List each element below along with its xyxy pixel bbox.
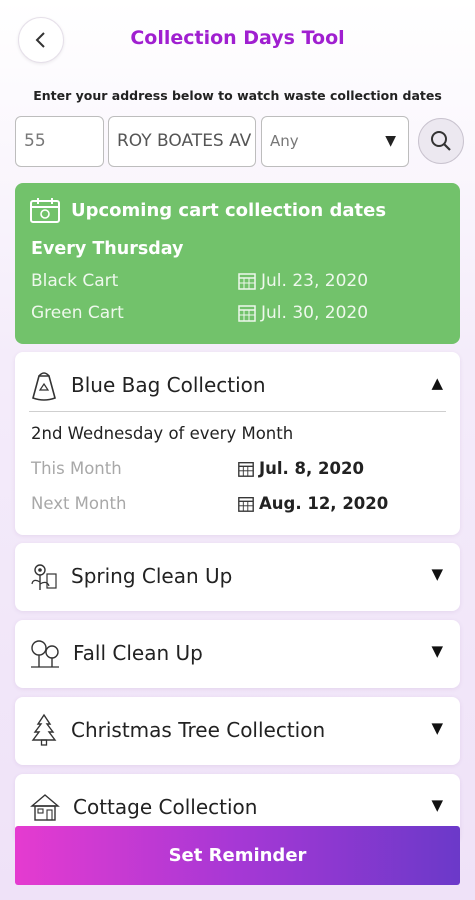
header: Collection Days Tool bbox=[0, 0, 475, 80]
collection-name: Christmas Tree Collection bbox=[71, 718, 326, 742]
collection-name: Blue Bag Collection bbox=[71, 373, 266, 397]
dropdown-arrow-icon: ▼ bbox=[385, 133, 396, 149]
collection-card-christmas-tree[interactable]: Christmas Tree Collection ▼ bbox=[15, 697, 460, 765]
collection-name: Cottage Collection bbox=[73, 795, 258, 819]
fall-trees-icon bbox=[31, 640, 59, 668]
search-button[interactable] bbox=[418, 118, 464, 164]
page-title: Collection Days Tool bbox=[130, 27, 345, 49]
collection-name: Spring Clean Up bbox=[71, 564, 233, 588]
calendar-icon bbox=[238, 273, 256, 290]
expand-arrow-icon[interactable]: ▼ bbox=[431, 565, 443, 583]
month-label: Next Month bbox=[31, 494, 127, 513]
divider bbox=[29, 411, 446, 412]
street-suffix-select[interactable]: Any ▼ bbox=[261, 116, 409, 167]
calendar-icon bbox=[238, 461, 254, 477]
month-label: This Month bbox=[31, 459, 122, 478]
collapse-arrow-icon[interactable]: ▲ bbox=[431, 374, 443, 392]
cart-label: Green Cart bbox=[31, 303, 124, 323]
calendar-icon bbox=[238, 305, 256, 322]
cart-date-text: Jul. 23, 2020 bbox=[261, 271, 369, 291]
cottage-icon bbox=[30, 794, 60, 821]
month-date: Aug. 12, 2020 bbox=[237, 494, 388, 513]
collection-header[interactable]: Blue Bag Collection bbox=[29, 352, 266, 418]
upcoming-cart-card: Upcoming cart collection dates Every Thu… bbox=[15, 183, 460, 344]
collection-header[interactable]: Spring Clean Up bbox=[29, 543, 232, 609]
cart-date: Jul. 30, 2020 bbox=[237, 303, 368, 323]
cart-label: Black Cart bbox=[31, 271, 119, 291]
collection-card-fall[interactable]: Fall Clean Up ▼ bbox=[15, 620, 460, 688]
collection-card-spring[interactable]: Spring Clean Up ▼ bbox=[15, 543, 460, 611]
cart-calendar-icon bbox=[30, 198, 60, 223]
christmas-tree-icon bbox=[31, 713, 57, 746]
month-date-text: Jul. 8, 2020 bbox=[259, 459, 364, 478]
street-name-input[interactable]: ROY BOATES AV bbox=[108, 116, 256, 167]
collection-header[interactable]: Fall Clean Up bbox=[29, 620, 203, 686]
expand-arrow-icon[interactable]: ▼ bbox=[431, 719, 443, 737]
spring-icon bbox=[31, 564, 57, 590]
collection-header[interactable]: Christmas Tree Collection bbox=[29, 697, 325, 763]
upcoming-heading: Upcoming cart collection dates bbox=[71, 199, 387, 221]
cart-frequency: Every Thursday bbox=[31, 239, 184, 259]
upcoming-heading-row: Upcoming cart collection dates bbox=[29, 196, 386, 224]
collection-schedule: 2nd Wednesday of every Month bbox=[31, 424, 294, 443]
cart-date-text: Jul. 30, 2020 bbox=[261, 303, 369, 323]
month-date-text: Aug. 12, 2020 bbox=[259, 494, 389, 513]
set-reminder-button[interactable]: Set Reminder bbox=[15, 826, 460, 885]
expand-arrow-icon[interactable]: ▼ bbox=[431, 642, 443, 660]
expand-arrow-icon[interactable]: ▼ bbox=[431, 796, 443, 814]
cart-date: Jul. 23, 2020 bbox=[237, 271, 368, 291]
search-icon bbox=[431, 131, 451, 151]
street-number-input[interactable]: 55 bbox=[15, 116, 104, 167]
street-suffix-value: Any bbox=[270, 132, 299, 150]
collection-card-blue-bag[interactable]: Blue Bag Collection ▲ 2nd Wednesday of e… bbox=[15, 352, 460, 535]
instruction-text: Enter your address below to watch waste … bbox=[33, 88, 442, 103]
month-date: Jul. 8, 2020 bbox=[237, 459, 364, 478]
collection-name: Fall Clean Up bbox=[73, 641, 203, 665]
bag-icon bbox=[32, 372, 56, 401]
calendar-icon bbox=[238, 496, 254, 512]
